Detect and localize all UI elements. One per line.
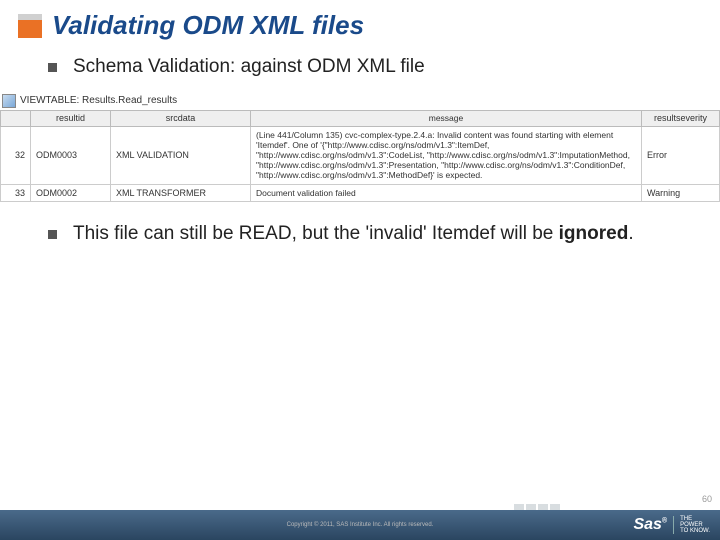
tagline: THE POWER TO KNOW.	[673, 516, 710, 534]
slide-title: Validating ODM XML files	[52, 10, 364, 41]
registered-icon: ®	[662, 518, 667, 525]
sas-logo: Sas®	[633, 516, 667, 534]
footer-bar: Copyright © 2011, SAS Institute Inc. All…	[0, 510, 720, 540]
bullet-icon	[48, 63, 57, 72]
bullet-1: Schema Validation: against ODM XML file	[73, 55, 425, 80]
bullet-2-text-a: This file can still be READ, but the 'in…	[73, 223, 559, 244]
cell-resultid: ODM0002	[31, 184, 111, 201]
viewtable-screenshot: VIEWTABLE: Results.Read_results resultid…	[0, 92, 720, 202]
bullet-2-text-c: .	[628, 223, 633, 244]
table-icon	[2, 94, 16, 108]
col-resultid: resultid	[31, 110, 111, 126]
tagline-3: TO KNOW.	[680, 528, 710, 534]
page-number: 60	[702, 494, 712, 504]
copyright-text: Copyright © 2011, SAS Institute Inc. All…	[287, 522, 434, 528]
cell-srcdata: XML VALIDATION	[111, 126, 251, 184]
results-table: resultid srcdata message resultseverity …	[0, 110, 720, 202]
table-row: 33 ODM0002 XML TRANSFORMER Document vali…	[1, 184, 720, 201]
table-row: 32 ODM0003 XML VALIDATION (Line 441/Colu…	[1, 126, 720, 184]
col-srcdata: srcdata	[111, 110, 251, 126]
bullet-2-bold: ignored	[559, 223, 629, 244]
col-rownum	[1, 110, 31, 126]
cell-severity: Error	[642, 126, 720, 184]
viewtable-title: VIEWTABLE: Results.Read_results	[20, 95, 177, 106]
sas-logo-text: Sas	[633, 516, 661, 533]
cell-severity: Warning	[642, 184, 720, 201]
cell-resultid: ODM0003	[31, 126, 111, 184]
bullet-2: This file can still be READ, but the 'in…	[73, 222, 634, 247]
col-severity: resultseverity	[642, 110, 720, 126]
bullet-icon	[48, 230, 57, 239]
cell-message: Document validation failed	[251, 184, 642, 201]
title-accent-icon	[18, 14, 42, 38]
cell-rownum: 33	[1, 184, 31, 201]
cell-message: (Line 441/Column 135) cvc-complex-type.2…	[251, 126, 642, 184]
col-message: message	[251, 110, 642, 126]
cell-rownum: 32	[1, 126, 31, 184]
cell-srcdata: XML TRANSFORMER	[111, 184, 251, 201]
